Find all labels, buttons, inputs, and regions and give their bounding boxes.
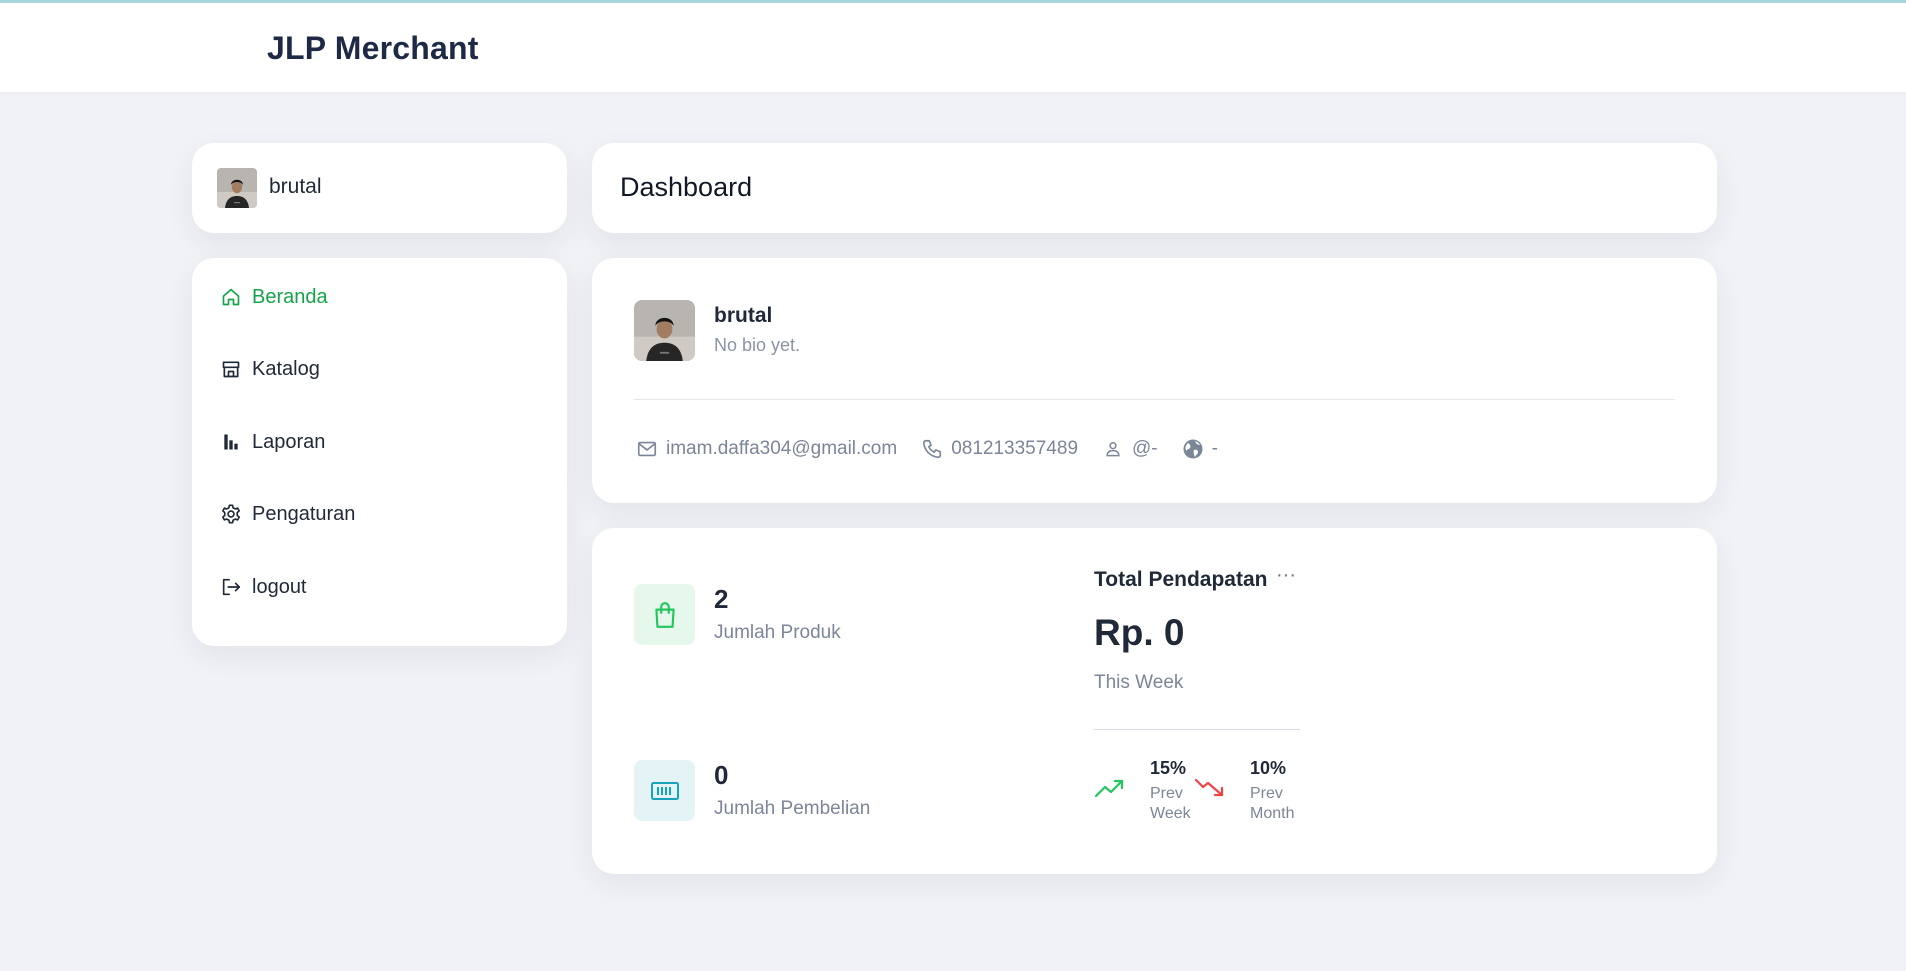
sidebar-item-label: Katalog (252, 357, 320, 380)
income-title: Total Pendapatan (1094, 568, 1268, 591)
divider (634, 399, 1675, 400)
shopping-bag-icon (634, 584, 695, 645)
sidebar-menu: Beranda Katalog Laporan Pengaturan logou… (192, 258, 567, 646)
contact-info: imam.daffa304@gmail.com 081213357489 @- (634, 434, 1240, 464)
user-name: brutal (269, 175, 322, 198)
products-label: Jumlah Produk (714, 622, 841, 643)
products-count: 2 (714, 584, 729, 614)
home-icon (219, 285, 243, 309)
contact-email: imam.daffa304@gmail.com (634, 436, 897, 462)
brand-logo-text[interactable]: JLP Merchant (267, 30, 479, 67)
more-options-icon[interactable]: ··· (1276, 564, 1296, 587)
sidebar-item-label: Pengaturan (252, 502, 356, 525)
divider (1094, 729, 1300, 730)
mail-icon (634, 436, 660, 462)
sidebar-item-logout[interactable]: logout (219, 571, 307, 603)
income-value: Rp. 0 (1094, 612, 1185, 653)
logout-icon (219, 575, 243, 599)
sidebar-item-laporan[interactable]: Laporan (219, 426, 325, 458)
contact-username: @- (1100, 436, 1158, 462)
avatar (217, 168, 257, 208)
globe-icon (1180, 436, 1206, 462)
profile-avatar (634, 300, 695, 361)
profile-name: brutal (714, 304, 773, 327)
sidebar-item-beranda[interactable]: Beranda (219, 281, 328, 313)
gear-icon (219, 502, 243, 526)
trend-up-icon (1094, 776, 1126, 800)
sidebar-item-katalog[interactable]: Katalog (219, 353, 320, 385)
stats-card: 2 Jumlah Produk 0 Jumlah Pembelian Total… (592, 528, 1717, 874)
user-chip[interactable]: brutal (192, 143, 567, 233)
contact-website: - (1180, 436, 1218, 462)
page-header: Dashboard (592, 143, 1717, 233)
sidebar-item-label: Laporan (252, 430, 326, 453)
ticket-icon (634, 760, 695, 821)
profile-card: brutal No bio yet. imam.daffa304@gmail.c… (592, 258, 1717, 503)
bar-chart-icon (219, 430, 243, 454)
income-period: This Week (1094, 672, 1184, 693)
sidebar-item-label: Beranda (252, 285, 328, 308)
purchases-label: Jumlah Pembelian (714, 798, 871, 819)
purchases-count: 0 (714, 760, 729, 790)
sidebar-item-pengaturan[interactable]: Pengaturan (219, 498, 355, 530)
top-navbar: JLP Merchant (0, 0, 1906, 92)
user-icon (1100, 436, 1126, 462)
sidebar-item-label: logout (252, 575, 307, 598)
phone-icon (919, 436, 945, 462)
contact-phone: 081213357489 (919, 436, 1078, 462)
profile-bio: No bio yet. (714, 335, 801, 355)
store-icon (219, 357, 243, 381)
page-title: Dashboard (620, 172, 753, 202)
trend-down-icon (1194, 776, 1226, 800)
